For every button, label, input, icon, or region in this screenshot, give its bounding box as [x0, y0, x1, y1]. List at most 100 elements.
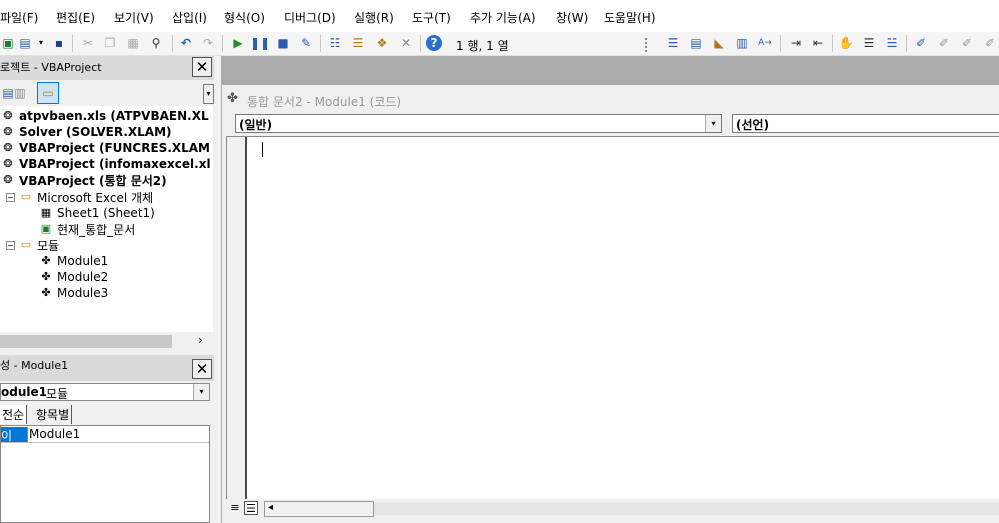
insert-userform-icon[interactable]: ▤: [17, 35, 33, 51]
tab-alphabetic[interactable]: 전순: [0, 405, 28, 424]
tree-item-workbook[interactable]: ▣ 현재_통합_문서: [38, 221, 135, 237]
menu-format[interactable]: 형식(O): [224, 9, 265, 26]
tab-categorized[interactable]: 항목별: [34, 405, 73, 424]
clear-bookmarks-icon[interactable]: ✐: [982, 35, 998, 51]
list-constants-icon[interactable]: ▤: [688, 35, 704, 51]
tree-item-project[interactable]: ❂ VBAProject (FUNCRES.XLAM: [0, 140, 210, 156]
paste-icon[interactable]: ▦: [125, 35, 141, 51]
close-icon[interactable]: ✕: [192, 57, 212, 77]
code-window-titlebar: ✤ 통합 문서2 - Module1 (코드): [222, 85, 999, 114]
project-panel-toolbar: ▤ ▥ ▭ ▾: [0, 80, 214, 106]
menu-view[interactable]: 보기(V): [114, 9, 154, 26]
procedure-combo-value: (선언): [736, 118, 770, 132]
procedure-view-icon[interactable]: ≡: [228, 501, 242, 515]
view-object-icon[interactable]: ▥: [12, 85, 28, 101]
toolbar-grip[interactable]: [645, 38, 651, 52]
menu-window[interactable]: 창(W): [556, 9, 588, 26]
tree-item-module[interactable]: ✤ Module1: [38, 253, 108, 269]
uncomment-block-icon[interactable]: ☱: [884, 35, 900, 51]
insert-dropdown-icon[interactable]: ▾: [33, 35, 49, 51]
project-tree: ❂ atpvbaen.xls (ATPVBAEN.XL ❂ Solver (SOLV…: [0, 106, 213, 332]
tree-folder-modules[interactable]: − ▭ 모듈: [6, 237, 59, 253]
menu-debug[interactable]: 디버그(D): [284, 9, 336, 26]
tree-scroll-down-icon[interactable]: ▾: [203, 84, 214, 104]
tree-item-project[interactable]: ❂ VBAProject (통합 문서2): [0, 172, 166, 188]
quick-info-icon[interactable]: ◣: [711, 35, 727, 51]
indent-icon[interactable]: ⇥: [788, 35, 804, 51]
break-icon[interactable]: ❚❚: [250, 35, 270, 51]
cut-icon[interactable]: ✂: [80, 35, 96, 51]
object-combo[interactable]: odule1 모듈 ▾: [0, 383, 210, 401]
scrollbar-thumb[interactable]: [0, 335, 172, 348]
copy-icon[interactable]: ❐: [102, 35, 118, 51]
undo-icon[interactable]: ↶: [178, 35, 194, 51]
tree-item-module[interactable]: ✤ Module2: [38, 269, 108, 285]
toggle-folders-icon[interactable]: ▭: [37, 82, 59, 104]
property-name: 이름): [1, 427, 27, 460]
scrollbar-track[interactable]: [374, 503, 999, 515]
property-value[interactable]: Module1: [29, 427, 80, 441]
redo-icon[interactable]: ↷: [200, 35, 216, 51]
save-icon[interactable]: ▪: [51, 35, 67, 51]
tree-item-project[interactable]: ❂ Solver (SOLVER.XLAM): [0, 124, 171, 140]
design-mode-icon[interactable]: ✎: [298, 35, 314, 51]
help-icon[interactable]: ?: [426, 35, 442, 51]
object-combo[interactable]: (일반) ▾: [235, 114, 722, 133]
list-properties-icon[interactable]: ☰: [665, 35, 681, 51]
scroll-right-icon[interactable]: ›: [198, 333, 203, 347]
collapse-icon[interactable]: −: [6, 240, 15, 250]
menu-run[interactable]: 실행(R): [354, 9, 394, 26]
properties-grid: 이름) Module1: [0, 425, 210, 523]
object-type: 모듈: [46, 387, 69, 401]
menu-edit[interactable]: 편집(E): [56, 9, 95, 26]
module-icon: ✤: [41, 254, 51, 267]
properties-window-icon[interactable]: ☰: [350, 35, 366, 51]
code-hscrollbar[interactable]: ◂: [264, 501, 374, 517]
next-bookmark-icon[interactable]: ✐: [936, 35, 952, 51]
tree-item-sheet[interactable]: ▦ Sheet1 (Sheet1): [38, 205, 155, 221]
comment-block-icon[interactable]: ☰: [861, 35, 877, 51]
previous-bookmark-icon[interactable]: ✐: [959, 35, 975, 51]
menu-help[interactable]: 도움말(H): [604, 9, 656, 26]
procedure-combo[interactable]: (선언): [732, 114, 999, 133]
project-explorer-icon[interactable]: ☷: [327, 35, 343, 51]
chevron-down-icon[interactable]: ▾: [193, 384, 209, 400]
outdent-icon[interactable]: ⇤: [810, 35, 826, 51]
toolbar-separator: [222, 35, 223, 52]
toggle-bookmark-icon[interactable]: ✐: [913, 35, 929, 51]
complete-word-icon[interactable]: A→: [757, 35, 773, 51]
vba-project-icon: ❂: [3, 173, 13, 186]
margin-indicator-bar[interactable]: [227, 137, 247, 499]
menu-file[interactable]: 파일(F): [0, 9, 38, 26]
object-combo-value: (일반): [239, 118, 273, 132]
menu-insert[interactable]: 삽입(I): [172, 9, 207, 26]
tree-item-project[interactable]: ❂ VBAProject (infomaxexcel.xl: [0, 156, 210, 172]
panel-splitter[interactable]: [214, 56, 221, 523]
text-caret: [262, 142, 263, 157]
chevron-down-icon[interactable]: ▾: [705, 115, 721, 132]
object-browser-icon[interactable]: ❖: [374, 35, 390, 51]
tree-folder-excel-objects[interactable]: − ▭ Microsoft Excel 개체: [6, 189, 153, 205]
close-icon[interactable]: ✕: [192, 359, 212, 379]
toolbox-icon[interactable]: ✕: [398, 35, 414, 51]
reset-icon[interactable]: ■: [275, 35, 291, 51]
toggle-breakpoint-icon[interactable]: ✋: [838, 35, 854, 51]
menu-tools[interactable]: 도구(T): [412, 9, 451, 26]
property-row[interactable]: 이름) Module1: [1, 427, 209, 460]
scroll-left-icon[interactable]: ◂: [268, 502, 273, 513]
module-icon: ✤: [41, 286, 51, 299]
tree-item-project[interactable]: ❂ atpvbaen.xls (ATPVBAEN.XL: [0, 108, 208, 124]
collapse-icon[interactable]: −: [6, 192, 15, 202]
project-panel-titlebar: 로젝트 - VBAProject ✕: [0, 56, 214, 80]
view-excel-icon[interactable]: ▣: [0, 35, 16, 51]
module-icon: ✤: [41, 270, 51, 283]
project-tree-hscrollbar[interactable]: ›: [0, 333, 213, 350]
parameter-info-icon[interactable]: ▥: [734, 35, 750, 51]
find-icon[interactable]: ⚲: [148, 35, 164, 51]
code-window-title: 통합 문서2 - Module1 (코드): [247, 95, 402, 109]
menu-addins[interactable]: 추가 기능(A): [470, 9, 536, 26]
code-editor[interactable]: [226, 136, 999, 499]
full-module-view-icon[interactable]: ☰: [244, 501, 258, 515]
run-icon[interactable]: ▶: [230, 35, 246, 51]
tree-item-module[interactable]: ✤ Module3: [38, 285, 108, 301]
